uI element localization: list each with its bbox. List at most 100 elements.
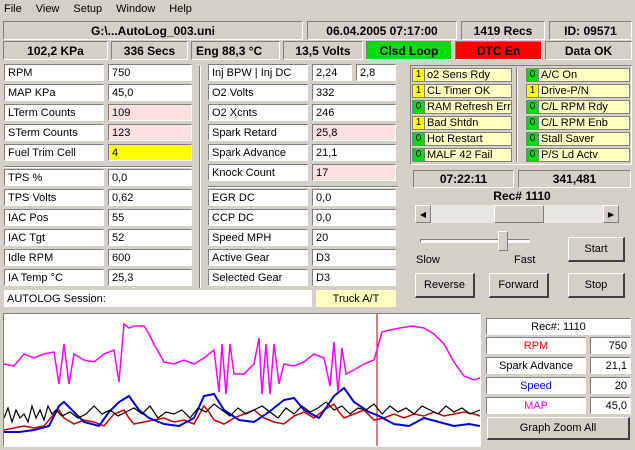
elapsed-secs: 336 Secs [111,41,188,60]
flag-item: 0 RAM Refresh Err [412,99,512,114]
map-trace [4,322,480,395]
flag-label: A/C On [539,67,630,82]
flag-label: Bad Shtdn [425,115,512,130]
baro-kpa: 102,2 KPa [3,41,108,60]
flag-item: 0 A/C On [526,67,630,82]
col1-label: MAP KPa [4,84,104,101]
col2-label: EGR DC [208,189,308,206]
column-divider [199,66,201,288]
reverse-button[interactable]: Reverse [415,273,475,298]
flags-left: 1 o2 Sens Rdy 1 CL Timer OK 0 RAM Refresh Err… [412,67,512,163]
flag-item: 0 Stall Saver [526,131,630,146]
col2-label: Active Gear [208,249,308,266]
col2-label: CCP DC [208,209,308,226]
battery-volts: 13,5 Volts [283,41,363,60]
graph-zoom-all-button[interactable]: Graph Zoom All [487,417,630,440]
flag-item: 0 Hot Restart [412,131,512,146]
menu-window[interactable]: Window [116,3,155,15]
forward-button[interactable]: Forward [489,273,549,298]
col1-label: STerm Counts [4,124,104,141]
col2-value: 332 [312,84,396,101]
flag-label: P/S Ld Actv [539,147,630,162]
column-2-divider [208,186,398,188]
col1-row: LTerm Counts 109 [4,104,192,122]
col2-label: O2 Volts [208,84,308,101]
legend-series-value: 21,1 [590,357,631,374]
slow-label: Slow [416,254,440,266]
flag-item: 0 P/S Ld Actv [526,147,630,162]
speed-slider-thumb[interactable] [498,231,508,251]
flag-label: o2 Sens Rdy [425,67,512,82]
record-scrollbar[interactable]: ◀ ▶ [415,205,619,223]
scroll-left-arrow-icon[interactable]: ◀ [415,205,431,223]
col1-row: TPS Volts 0,62 [4,189,192,207]
menu-help[interactable]: Help [169,3,192,15]
col2-row: O2 Xcnts 246 [208,104,398,122]
menu-view[interactable]: View [36,3,60,15]
stop-button[interactable]: Stop [568,273,625,298]
scroll-right-arrow-icon[interactable]: ▶ [603,205,619,223]
flag-label: C/L RPM Rdy [539,99,630,114]
legend-series-name: Speed [486,377,586,394]
col2-row: Active Gear D3 [208,249,398,267]
col1-value: 750 [108,64,192,81]
vehicle-type: Truck A/T [316,290,396,307]
flag-state: 1 [526,83,539,98]
flag-label: Hot Restart [425,131,512,146]
scroll-thumb[interactable] [494,205,545,223]
start-button[interactable]: Start [568,237,625,262]
menu-bar: File View Setup Window Help [0,0,635,18]
speed-slider-track [420,239,530,243]
flag-item: 0 C/L RPM Enb [526,115,630,130]
engine-temp-label: Eng [196,43,219,58]
flag-state: 1 [412,83,425,98]
flag-state: 0 [526,131,539,146]
col1-row: Fuel Trim Cell 4 [4,144,192,162]
col2-value: 17 [312,164,396,181]
menu-file[interactable]: File [4,3,22,15]
engine-temp-value: 88,3 °C [222,43,263,58]
col2-value: 2,24 [312,64,352,81]
col2-row: EGR DC 0,0 [208,189,398,207]
flag-label: Stall Saver [539,131,630,146]
col1-label: Fuel Trim Cell [4,144,104,161]
flag-label: C/L RPM Enb [539,115,630,130]
flag-label: RAM Refresh Err [425,99,512,114]
ecu-id: ID: 09571 [549,21,632,40]
legend-series-name: Spark Advance [486,357,586,374]
file-name: G:\...AutoLog_003.uni [3,21,303,40]
col1-label: LTerm Counts [4,104,104,121]
col1-value: 123 [108,124,192,141]
flag-state: 0 [412,147,425,162]
col1-value: 55 [108,209,192,226]
col1-value: 45,0 [108,84,192,101]
col1-value: 109 [108,104,192,121]
col1-label: RPM [4,64,104,81]
graph-legend: RPM 750 Spark Advance 21,1 Speed 20 MAP 45,0 [486,337,631,417]
col2-value2: 2,8 [356,64,396,81]
col1-label: Idle RPM [4,249,104,266]
flag-state: 1 [412,67,425,82]
col2-label: O2 Xcnts [208,104,308,121]
menu-setup[interactable]: Setup [73,3,102,15]
record-count: 1419 Recs [461,21,545,40]
col1-row: IAC Pos 55 [4,209,192,227]
flags-right: 0 A/C On 1 Drive-P/N 0 C/L RPM Rdy 0 C/L RPM En… [526,67,630,163]
col1-row: IA Temp °C 25,3 [4,269,192,287]
flag-label: MALF 42 Fail [425,147,512,162]
flag-state: 0 [526,67,539,82]
speed-slider[interactable] [420,231,530,253]
flag-state: 0 [526,147,539,162]
flag-state: 0 [526,99,539,114]
col2-value: 246 [312,104,396,121]
flag-state: 0 [412,131,425,146]
col1-label: TPS % [4,169,104,186]
flag-item: 1 CL Timer OK [412,83,512,98]
col2-row: Spark Advance 21,1 [208,144,398,162]
graph-area[interactable] [3,313,481,447]
col2-label: Inj BPW | Inj DC [208,64,308,81]
col1-row: Idle RPM 600 [4,249,192,267]
col1-label: IA Temp °C [4,269,104,286]
col2-label: Spark Retard [208,124,308,141]
col1-row: STerm Counts 123 [4,124,192,142]
